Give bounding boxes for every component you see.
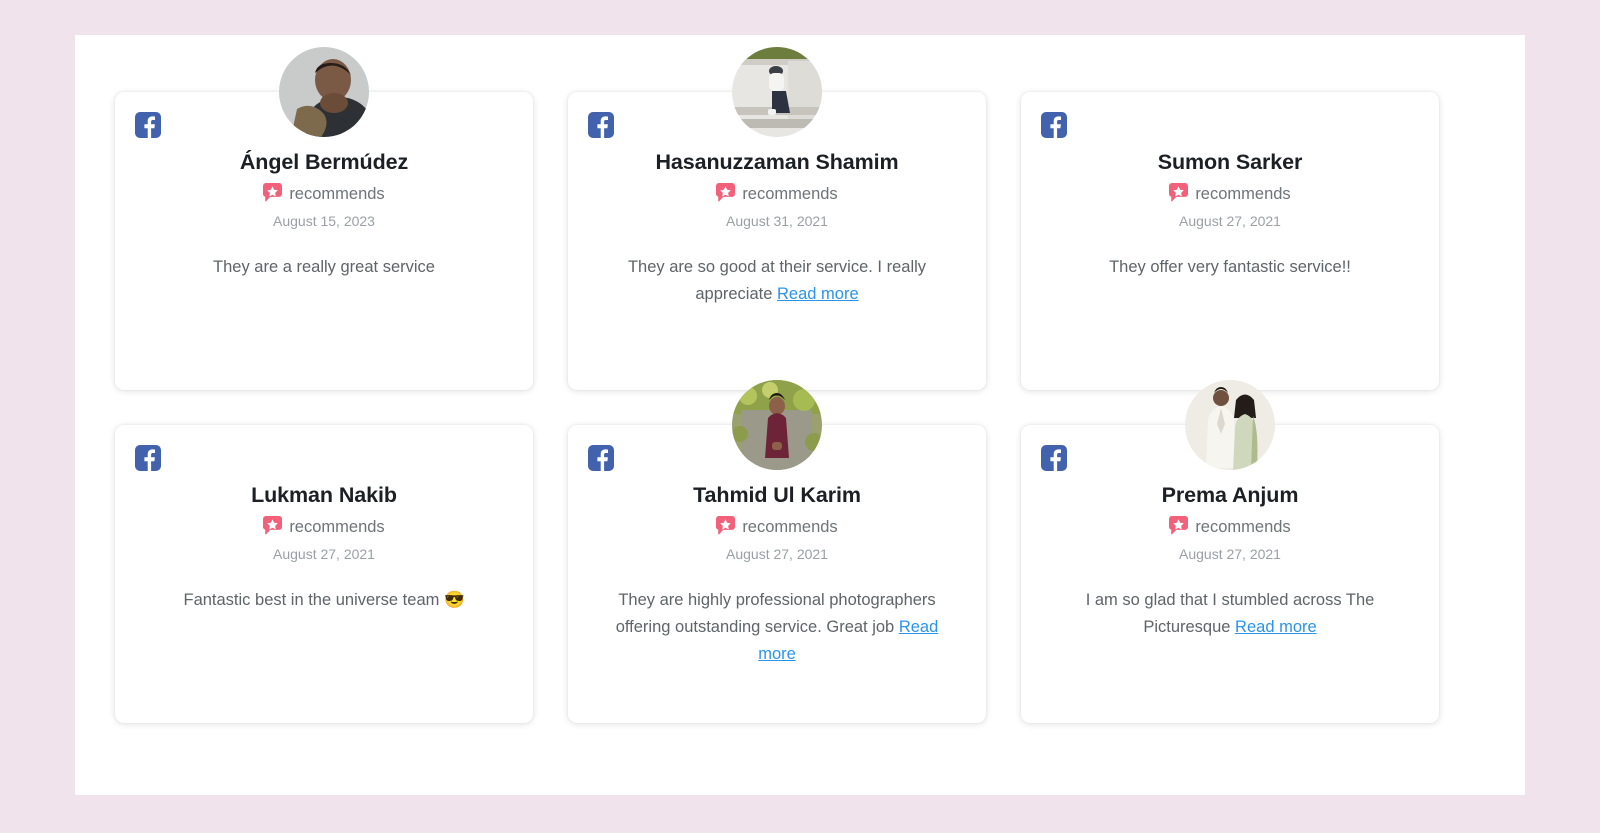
review-card: Ángel Bermúdez recommends August 15, 2023 T… <box>115 47 533 390</box>
read-more-link[interactable]: Read more <box>1235 618 1317 636</box>
recommend-status: recommends <box>115 182 533 207</box>
review-date: August 27, 2021 <box>726 545 828 562</box>
review-card: Lukman Nakib recommends August 27, 2021 Fan… <box>115 425 533 723</box>
avatar-prema-anjum <box>1185 380 1275 470</box>
review-card: Hasanuzzaman Shamim recommends August 31, … <box>568 47 986 390</box>
facebook-icon[interactable] <box>1041 112 1067 138</box>
review-text: Fantastic best in the universe team 😎 <box>153 587 495 614</box>
review-date: August 27, 2021 <box>273 545 375 562</box>
review-text: I am so glad that I stumbled across The … <box>1059 587 1401 641</box>
review-date: August 15, 2023 <box>273 212 375 229</box>
recommend-badge-icon <box>263 515 283 540</box>
reviews-panel: Ángel Bermúdez recommends August 15, 2023 T… <box>75 35 1525 795</box>
review-text: They are so good at their service. I rea… <box>606 254 948 308</box>
facebook-icon[interactable] <box>588 112 614 138</box>
avatar-image <box>732 47 822 137</box>
reviews-grid: Ángel Bermúdez recommends August 15, 2023 T… <box>115 47 1485 723</box>
recommend-label: recommends <box>1195 518 1291 537</box>
avatar-image <box>732 380 822 470</box>
facebook-icon[interactable] <box>135 445 161 471</box>
recommend-status: recommends <box>1021 182 1439 207</box>
recommend-label: recommends <box>742 518 838 537</box>
reviewer-name: Lukman Nakib <box>251 483 397 507</box>
avatar-lukman-nakib <box>279 380 369 470</box>
review-date: August 27, 2021 <box>1179 212 1281 229</box>
review-text-body: Fantastic best in the universe team 😎 <box>183 590 465 609</box>
review-text-body: They are highly professional photographe… <box>615 590 936 636</box>
avatar-image <box>1185 380 1275 470</box>
review-text: They are a really great service <box>153 254 495 281</box>
recommend-status: recommends <box>1021 515 1439 540</box>
recommend-badge-icon <box>716 515 736 540</box>
facebook-icon[interactable] <box>588 445 614 471</box>
review-text: They offer very fantastic service!! <box>1059 254 1401 281</box>
reviewer-name: Tahmid Ul Karim <box>693 483 861 507</box>
recommend-badge-icon <box>1169 182 1189 207</box>
recommend-badge-icon <box>716 182 736 207</box>
avatar-sumon-sarker <box>1185 47 1275 137</box>
review-text: They are highly professional photographe… <box>606 587 948 668</box>
recommend-badge-icon <box>1169 515 1189 540</box>
facebook-icon[interactable] <box>135 112 161 138</box>
recommend-label: recommends <box>289 518 385 537</box>
recommend-status: recommends <box>568 182 986 207</box>
review-text-body: They offer very fantastic service!! <box>1109 257 1351 276</box>
review-text-body: I am so glad that I stumbled across The … <box>1085 590 1375 636</box>
reviewer-name: Sumon Sarker <box>1157 150 1303 174</box>
review-card: Tahmid Ul Karim recommends August 27, 2021… <box>568 380 986 723</box>
recommend-status: recommends <box>115 515 533 540</box>
avatar-tahmid-ul-karim <box>732 380 822 470</box>
review-card: Prema Anjum recommends August 27, 2021 I am… <box>1021 380 1439 723</box>
reviewer-name: Hasanuzzaman Shamim <box>655 150 899 174</box>
avatar-image <box>279 47 369 137</box>
review-text-body: They are a really great service <box>213 257 435 276</box>
recommend-status: recommends <box>568 515 986 540</box>
recommend-badge-icon <box>263 182 283 207</box>
read-more-link[interactable]: Read more <box>777 285 859 303</box>
recommend-label: recommends <box>742 185 838 204</box>
review-date: August 27, 2021 <box>1179 545 1281 562</box>
recommend-label: recommends <box>289 185 385 204</box>
avatar-angel-bermudez <box>279 47 369 137</box>
reviewer-name: Ángel Bermúdez <box>239 150 409 174</box>
facebook-icon[interactable] <box>1041 445 1067 471</box>
reviewer-name: Prema Anjum <box>1161 483 1299 507</box>
review-date: August 31, 2021 <box>726 212 828 229</box>
avatar-hasanuzzaman-shamim <box>732 47 822 137</box>
review-card: Sumon Sarker recommends August 27, 2021 The… <box>1021 92 1439 390</box>
recommend-label: recommends <box>1195 185 1291 204</box>
